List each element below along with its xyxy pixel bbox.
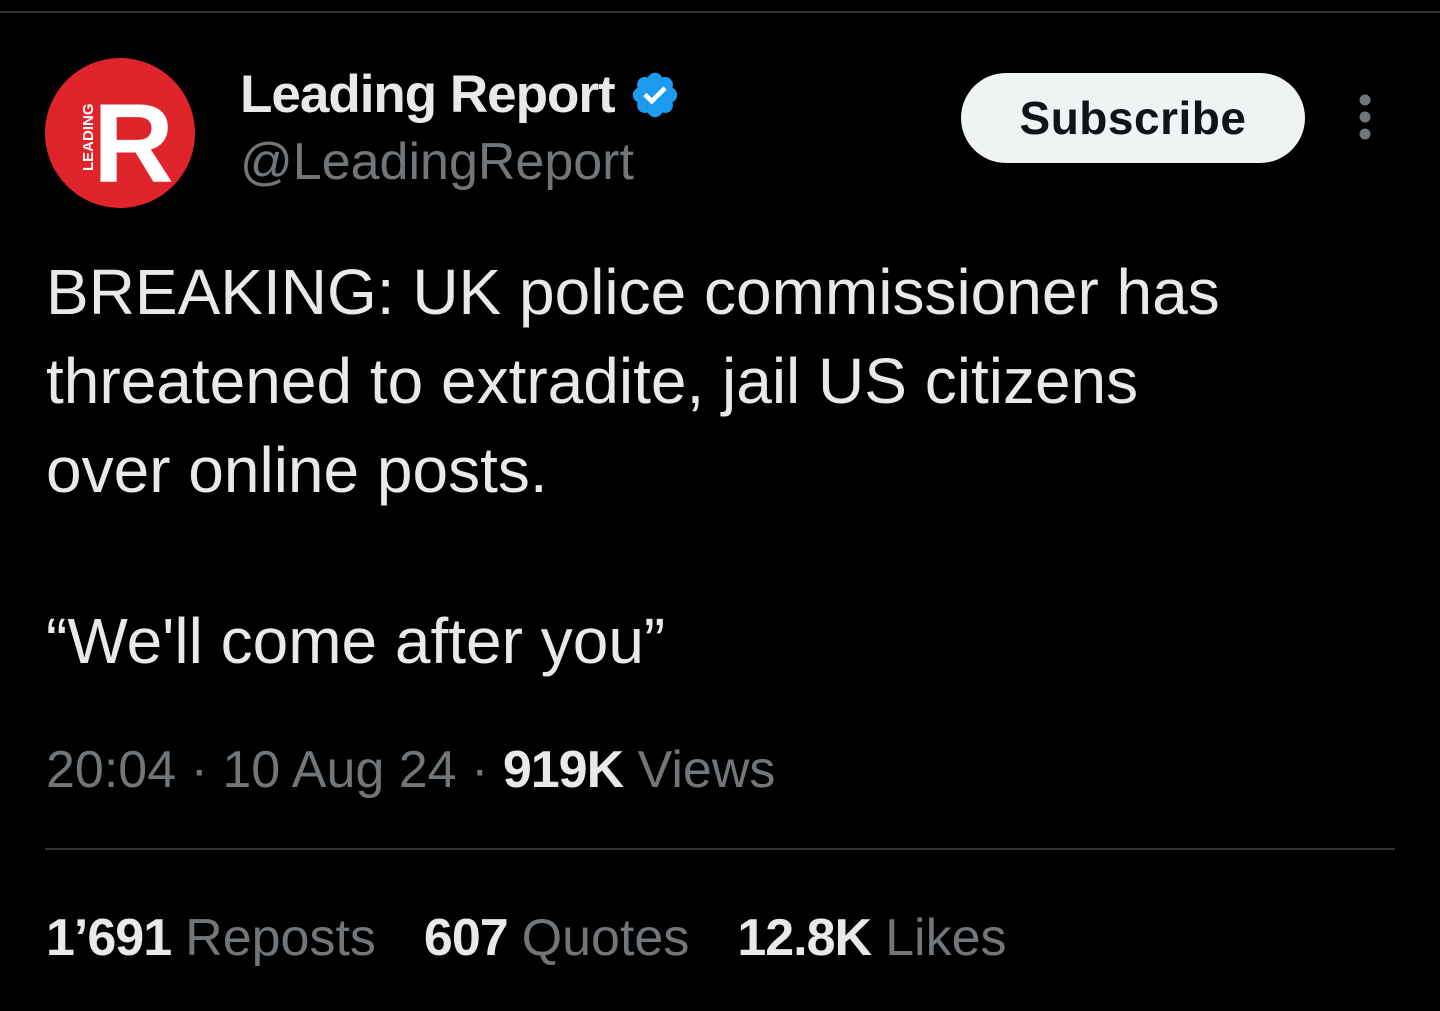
likes-count: 12.8K [737, 909, 872, 967]
quotes-count: 607 [423, 909, 509, 967]
more-vertical-icon[interactable] [1340, 92, 1390, 146]
subscribe-button[interactable]: Subscribe [961, 73, 1305, 163]
tweet-text-line: threatened to extradite, jail US citizen… [46, 345, 1139, 417]
meta-separator: · [190, 741, 208, 799]
tweet-meta: 20:04 · 10 Aug 24 · 919K Views [46, 737, 775, 803]
views-count: 919K [502, 741, 624, 799]
verified-badge-icon[interactable] [629, 69, 681, 121]
avatar-letter: R [93, 81, 174, 206]
tweet-text-line: BREAKING: UK police commissioner has [46, 256, 1220, 328]
likes-label: Likes [885, 909, 1007, 967]
author-block: Leading Report @LeadingReport [240, 62, 681, 194]
handle[interactable]: @LeadingReport [240, 130, 681, 194]
meta-separator: · [471, 741, 489, 799]
engagement-stats: 1’691 Reposts 607 Quotes 12.8K Likes [46, 905, 1055, 971]
views-label: Views [637, 741, 776, 799]
tweet-date[interactable]: 10 Aug 24 [222, 741, 456, 799]
tweet-text: BREAKING: UK police commissioner has thr… [46, 248, 1406, 515]
avatar-tag: LEADING [80, 104, 97, 172]
avatar[interactable]: R LEADING [45, 58, 195, 208]
likes-stat[interactable]: 12.8K Likes [737, 905, 1006, 971]
stats-divider [45, 848, 1395, 850]
display-name-row: Leading Report [240, 62, 681, 128]
reposts-count: 1’691 [46, 909, 172, 967]
tweet-time[interactable]: 20:04 [46, 741, 176, 799]
top-divider [0, 11, 1440, 13]
reposts-label: Reposts [185, 909, 376, 967]
quotes-stat[interactable]: 607 Quotes [424, 905, 689, 971]
reposts-stat[interactable]: 1’691 Reposts [46, 905, 376, 971]
quotes-label: Quotes [521, 909, 690, 967]
display-name[interactable]: Leading Report [240, 62, 616, 128]
tweet-quote: “We'll come after you” [46, 605, 666, 677]
tweet-text-line: over online posts. [46, 434, 548, 506]
